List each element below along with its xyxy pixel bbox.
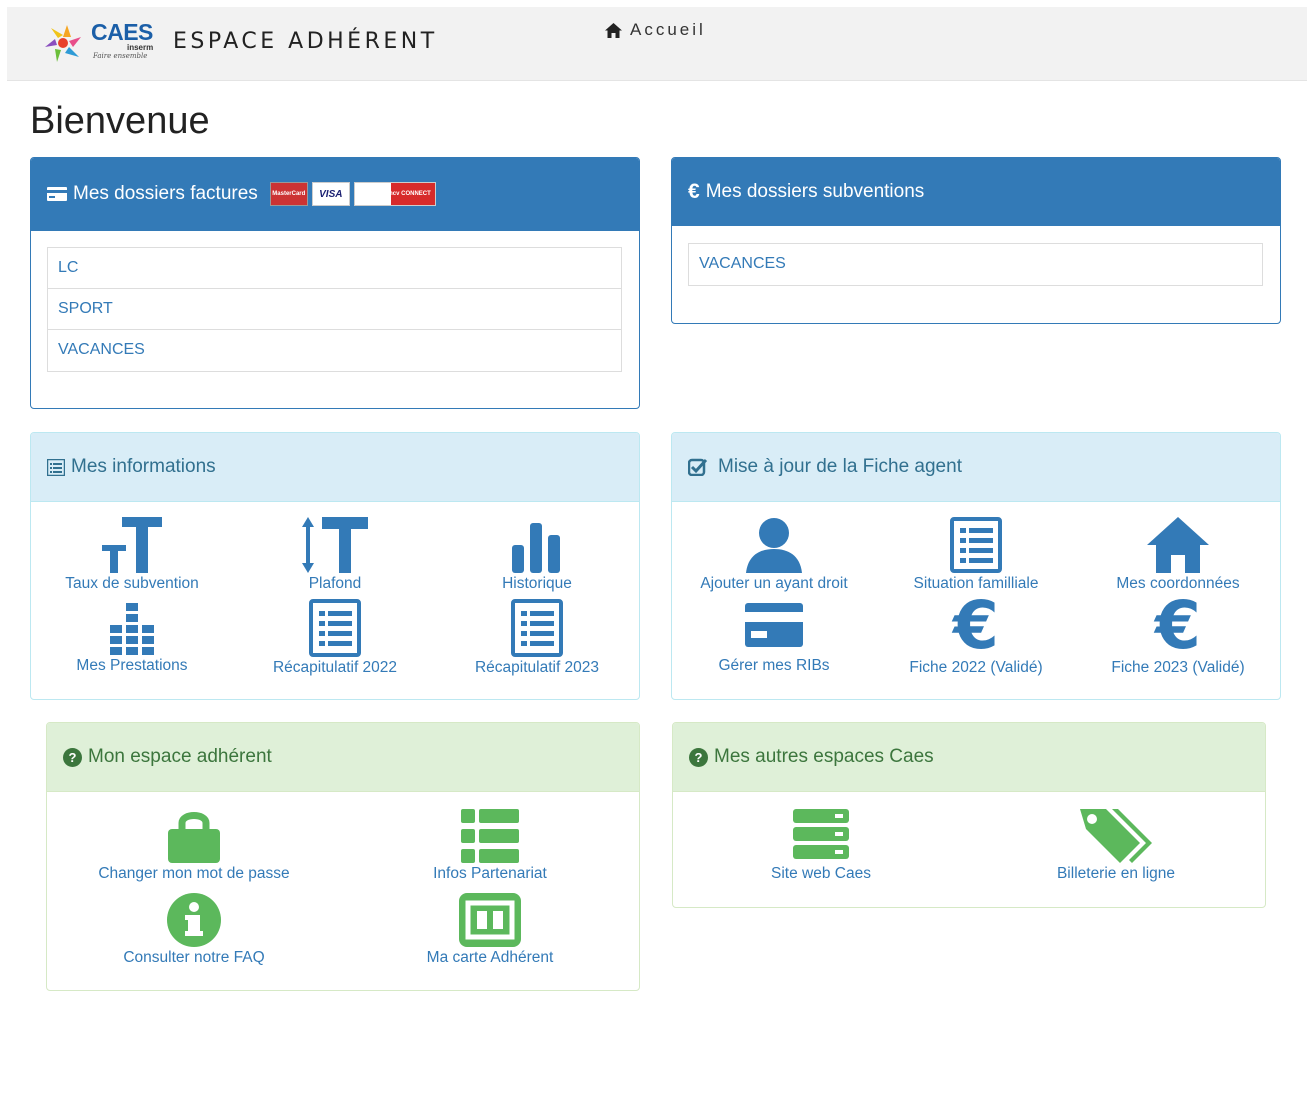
factures-panel-header: Mes dossiers factures MasterCard VISA an… [31, 158, 639, 231]
subventions-panel: € Mes dossiers subventions VACANCES [671, 157, 1281, 324]
visa-logo: VISA [311, 182, 350, 206]
tasks-icon [110, 603, 154, 655]
subventions-list: VACANCES [688, 243, 1263, 286]
lock-icon [168, 812, 220, 863]
info-icon [167, 893, 221, 947]
svg-text:?: ? [695, 750, 703, 765]
gerer-ribs-tile[interactable]: Gérer mes RIBs [674, 603, 874, 675]
list-alt-icon [950, 517, 1002, 573]
top-navbar: CAES inserm Faire ensemble ESPACE ADHÉRE… [7, 7, 1307, 81]
factures-list: LC SPORT VACANCES [47, 247, 622, 372]
ma-carte-adherent-tile[interactable]: Ma carte Adhérent [390, 893, 590, 967]
espace-adherent-panel: ? Mon espace adhérent Changer mon mot de… [46, 722, 640, 991]
id-card-icon [459, 893, 521, 947]
question-sign-icon: ? [689, 747, 708, 767]
mastercard-logo: MasterCard [269, 182, 308, 206]
svg-text:?: ? [69, 750, 77, 765]
check-icon [688, 458, 708, 476]
home-icon [605, 22, 622, 38]
server-icon [793, 809, 849, 859]
autres-espaces-panel-header: ? Mes autres espaces Caes [673, 723, 1265, 792]
fiche-agent-panel: Mise à jour de la Fiche agent Ajouter un… [671, 432, 1281, 700]
stats-icon [512, 523, 560, 573]
home-icon [1147, 517, 1209, 573]
list-alt-icon [309, 599, 361, 657]
logo-sub: inserm [127, 43, 154, 52]
list-item[interactable]: VACANCES [689, 244, 1262, 285]
credit-card-icon [47, 187, 67, 201]
list-alt-icon [511, 599, 563, 657]
informations-panel: Mes informations Taux de subvention Plaf… [30, 432, 640, 700]
question-sign-icon: ? [63, 747, 82, 767]
list-item[interactable]: SPORT [48, 289, 621, 330]
espace-adherent-title: Mon espace adhérent [88, 746, 272, 767]
text-width-icon [302, 517, 368, 573]
caes-logo[interactable]: CAES inserm Faire ensemble [43, 19, 155, 69]
logo-tagline: Faire ensemble [93, 52, 148, 60]
list-alt-icon [47, 458, 65, 476]
home-link-label: Accueil [630, 20, 706, 39]
logo-text: CAES [91, 19, 153, 45]
fiche-agent-panel-header: Mise à jour de la Fiche agent [672, 433, 1280, 502]
autres-espaces-panel: ? Mes autres espaces Caes Site web Caes … [672, 722, 1266, 908]
subventions-title: Mes dossiers subventions [705, 180, 925, 202]
text-height-icon [102, 517, 162, 573]
list-item[interactable]: VACANCES [48, 330, 621, 371]
credit-card-icon [745, 603, 803, 647]
site-web-caes-tile[interactable]: Site web Caes [721, 809, 921, 883]
factures-panel: Mes dossiers factures MasterCard VISA an… [30, 157, 640, 409]
tags-icon [1080, 809, 1152, 863]
subventions-panel-header: € Mes dossiers subventions [672, 158, 1280, 226]
recapitulatif-2023-tile[interactable]: Récapitulatif 2023 [437, 599, 637, 677]
historique-tile[interactable]: Historique [437, 517, 637, 593]
fiche-agent-title: Mise à jour de la Fiche agent [718, 456, 962, 477]
autres-espaces-title: Mes autres espaces Caes [714, 746, 934, 767]
recapitulatif-2022-tile[interactable]: Récapitulatif 2022 [235, 599, 435, 677]
euro-icon: € [1155, 587, 1201, 664]
plafond-tile[interactable]: Plafond [235, 517, 435, 593]
billeterie-en-ligne-tile[interactable]: Billeterie en ligne [1016, 809, 1216, 883]
euro-icon: € [688, 179, 700, 203]
infos-partenariat-tile[interactable]: Infos Partenariat [390, 809, 590, 883]
fiche-2023-tile[interactable]: € Fiche 2023 (Validé) [1078, 587, 1278, 677]
fiche-2022-tile[interactable]: € Fiche 2022 (Validé) [876, 587, 1076, 677]
euro-icon: € [953, 587, 999, 664]
espace-adherent-panel-header: ? Mon espace adhérent [47, 723, 639, 792]
factures-title: Mes dossiers factures [73, 183, 258, 204]
list-item[interactable]: LC [48, 248, 621, 289]
situation-familliale-tile[interactable]: Situation familliale [876, 517, 1076, 593]
taux-subvention-tile[interactable]: Taux de subvention [32, 517, 232, 593]
consulter-faq-tile[interactable]: Consulter notre FAQ [94, 893, 294, 967]
mes-prestations-tile[interactable]: Mes Prestations [32, 603, 232, 675]
mes-coordonnees-tile[interactable]: Mes coordonnées [1078, 517, 1278, 593]
home-link[interactable]: Accueil [605, 20, 706, 40]
user-icon [746, 518, 802, 573]
th-list-icon [461, 809, 519, 863]
ajouter-ayant-droit-tile[interactable]: Ajouter un ayant droit [674, 517, 874, 593]
changer-mot-de-passe-tile[interactable]: Changer mon mot de passe [94, 809, 294, 883]
payment-logos: MasterCard VISA ancv CONNECT [269, 182, 436, 206]
page-title: Bienvenue [30, 100, 210, 142]
informations-title: Mes informations [71, 456, 216, 477]
brand-title: ESPACE ADHÉRENT [173, 29, 438, 54]
informations-panel-header: Mes informations [31, 433, 639, 502]
ancv-connect-logo: ancv CONNECT [353, 182, 436, 206]
